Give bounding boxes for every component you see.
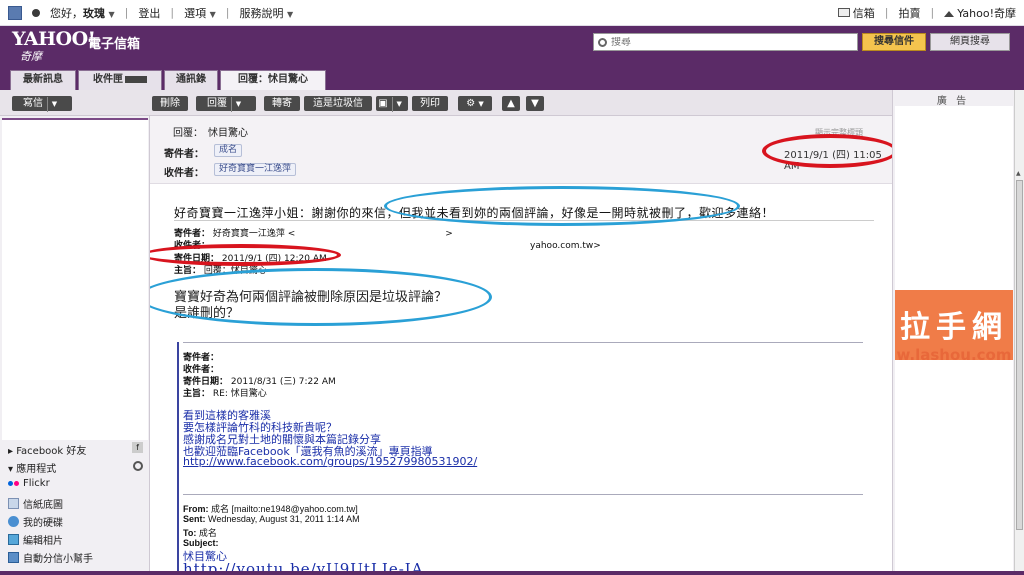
stationery-icon [8,498,19,509]
folder-icon: ▣ [378,98,388,109]
sidebar-item-flickr[interactable]: Flickr [8,478,50,489]
tab-inbox[interactable]: 收件匣 [78,70,162,90]
from-label: 寄件者： [164,149,204,160]
sidebar-item-photo-editor[interactable]: 編輯相片 [8,532,63,547]
tab-bar: 最新訊息 收件匣 通訊錄 回覆：怵目驚心 [0,66,1024,90]
quote1-subject-row: 主旨： 回覆：怵目驚心 [174,266,267,276]
logout-link[interactable]: 登出 [138,5,160,21]
filter-icon [8,552,19,563]
message-header: 回覆： 怵目驚心 寄件者： 成名 收件者： 好奇寶寶一江逸萍 顯示完整標頭 20… [150,116,892,184]
chevron-down-icon: ▼ [478,100,484,108]
chevron-down-icon[interactable]: ▼ [109,10,115,19]
photo-icon [8,534,19,545]
chevron-down-icon[interactable]: ▼ [231,97,245,112]
previous-message-button[interactable]: ▲ [502,96,520,111]
message-toolbar: 寫信 ▼ 刪除 回覆 ▼ 轉寄 這是垃圾信 ▣ ▼ 列印 ⚙ ▼ ▲ ▼ [0,90,892,116]
arrow-up-icon: ▲ [507,98,515,109]
header: YAHOO! 奇摩 電子信箱 搜尋信件 網頁搜尋 [0,26,1024,66]
yahoo-logo[interactable]: YAHOO! [12,28,96,50]
auction-link[interactable]: 拍賣 [898,5,920,21]
chevron-down-icon[interactable]: ▼ [47,97,61,112]
tab-reply-message[interactable]: 回覆：怵目驚心 [220,70,326,90]
move-folder-button[interactable]: ▣ ▼ [376,96,408,112]
greeting: 您好，玫瑰 ▼ [50,6,115,20]
message-view: 回覆： 怵目驚心 寄件者： 成名 收件者： 好奇寶寶一江逸萍 顯示完整標頭 20… [150,116,892,575]
search-box[interactable] [593,33,858,51]
sidebar-item-stationery[interactable]: 信紙底圖 [8,496,63,511]
status-dot-icon [32,8,40,17]
sidebar-item-mail-filter[interactable]: 自動分信小幫手 [8,550,93,565]
quote3-sent-row: Sent: Wednesday, August 31, 2011 1:14 AM [183,514,360,524]
chevron-down-icon: ▼ [209,9,216,19]
next-message-button[interactable]: ▼ [526,96,544,111]
scroll-up-icon[interactable]: ▲ [1016,170,1021,177]
scrollbar-thumb[interactable] [1016,180,1023,530]
facebook-icon[interactable]: f [132,442,143,453]
gear-icon[interactable] [133,461,143,471]
message-date: 2011/9/1 (四) 11:05 AM [784,150,882,172]
print-button[interactable]: 列印 [412,96,448,111]
divider [174,220,874,221]
quote1-text-line2: 是誰刪的？ [174,306,240,321]
compose-button[interactable]: 寫信 ▼ [12,96,72,112]
bottom-bar [0,571,1024,575]
options-menu[interactable]: 選項 ▼ [184,5,216,21]
ad-label: 廣 告 [936,96,970,107]
ad-banner-text: 拉手網 [900,310,1008,345]
ad-column: 廣 告 拉手網 w.lashou.com [892,90,1014,575]
gear-icon: ⚙ [466,98,476,109]
search-mail-button[interactable]: 搜尋信件 [862,33,926,51]
tab-contacts[interactable]: 通訊錄 [164,70,218,90]
search-icon [598,37,607,47]
product-name: 電子信箱 [88,37,141,52]
ad-url[interactable]: w.lashou.com [895,346,1013,366]
drive-icon [8,516,19,527]
quoted-thread: 寄件者： 收件者： 寄件日期： 2011/8/31 (三) 7:22 AM 主旨… [177,342,863,575]
full-headers-link[interactable]: 顯示完整標頭 [815,127,863,138]
search-input[interactable] [611,36,841,48]
flickr-icon [8,481,19,486]
sidebar-item-drive[interactable]: 我的硬碟 [8,514,63,529]
subject-text: 怵目驚心 [208,128,248,139]
forward-button[interactable]: 轉寄 [264,96,300,111]
unread-count-badge [125,75,147,83]
mail-link[interactable]: 信箱 [837,5,875,21]
search-web-button[interactable]: 網頁搜尋 [930,33,1010,51]
message-body-text: 好奇寶寶一江逸萍小姐：謝謝你的來信，但我並未看到妳的兩個評論，好像是一開時就被刪… [174,206,775,220]
sender-chip[interactable]: 成名 [214,144,243,157]
to-label: 收件者： [164,168,204,179]
reply-button[interactable]: 回覆 ▼ [196,96,256,112]
app-icon[interactable] [8,5,22,20]
chevron-down-icon: ▼ [391,97,406,112]
home-link[interactable]: Yahoo!奇摩 [944,5,1016,21]
chevron-down-icon: ▼ [286,9,294,19]
quote3-subject-row: Subject: [183,538,219,548]
top-bar: 您好，玫瑰 ▼ | 登出 | 選項 ▼ | 服務說明 ▼ 信箱 | 拍賣 | Y… [0,0,1024,26]
arrow-down-icon: ▼ [531,98,539,109]
subject-label: 回覆： [173,128,203,139]
apps-section[interactable]: ▾ 應用程式 [8,460,56,475]
quote2-subject-row: 主旨： RE: 怵目驚心 [183,389,267,399]
help-menu[interactable]: 服務說明 ▼ [239,5,293,21]
settings-button[interactable]: ⚙ ▼ [458,96,492,111]
facebook-friends-section[interactable]: ▸ Facebook 好友 [8,442,86,457]
delete-button[interactable]: 刪除 [152,96,188,111]
quote1-to-row: 收件者： yahoo.com.tw> [174,241,601,251]
spam-button[interactable]: 這是垃圾信 [304,96,372,111]
recipient-chip[interactable]: 好奇寶寶一江逸萍 [214,163,297,176]
left-sidebar: ▸ Facebook 好友 f ▾ 應用程式 Flickr 信紙底圖 我的硬碟 … [0,116,150,575]
facebook-group-link[interactable]: http://www.facebook.com/groups/195279980… [183,455,477,468]
folder-panel [2,118,148,440]
user-name[interactable]: 玫瑰 [83,7,105,20]
home-icon [944,7,955,17]
logo-sub: 奇摩 [20,50,42,63]
envelope-icon [837,7,850,17]
page-scrollbar[interactable]: ▲ [1014,90,1024,575]
tab-news[interactable]: 最新訊息 [10,70,76,90]
